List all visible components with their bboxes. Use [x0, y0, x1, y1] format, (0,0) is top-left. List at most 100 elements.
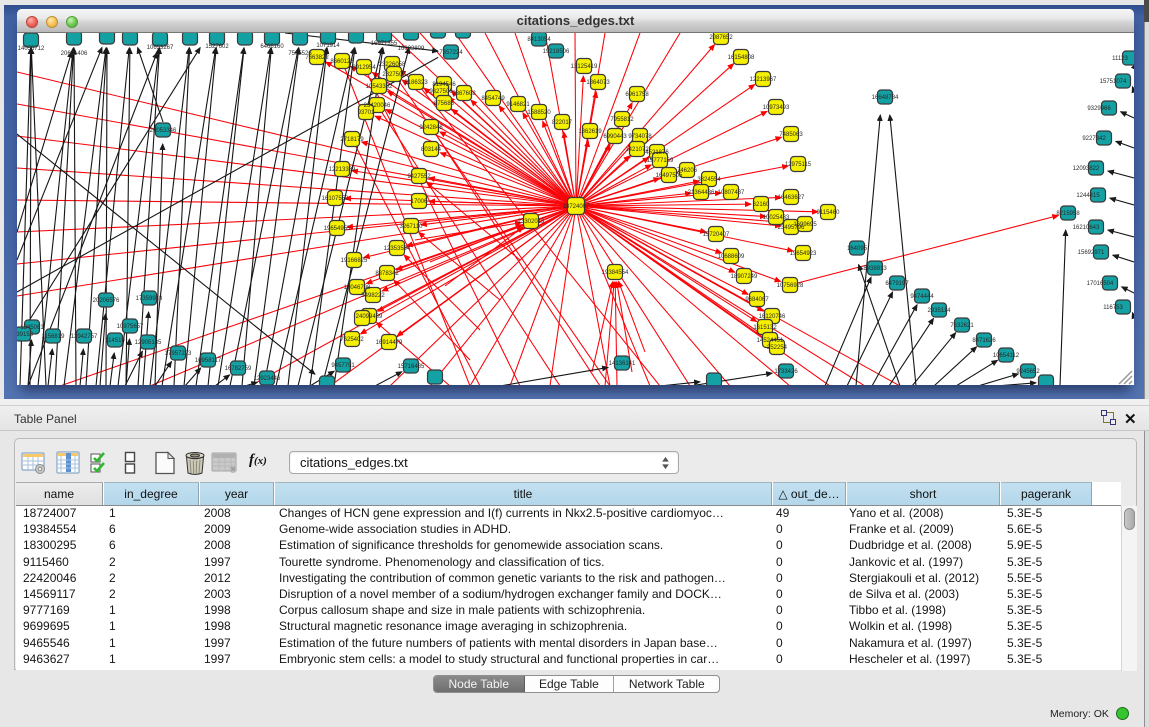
svg-text:9227342: 9227342: [1082, 136, 1106, 142]
svg-text:14055712: 14055712: [18, 46, 45, 52]
svg-text:19384554: 19384554: [602, 270, 629, 276]
svg-text:24099489: 24099489: [356, 314, 383, 320]
svg-text:62160: 62160: [753, 202, 770, 208]
svg-text:8878342: 8878342: [375, 271, 399, 277]
svg-text:12975115: 12975115: [785, 162, 812, 168]
svg-text:10756928: 10756928: [777, 283, 804, 289]
svg-text:15716485: 15716485: [398, 364, 425, 370]
svg-text:1527602: 1527602: [205, 44, 229, 50]
svg-text:12353594: 12353594: [384, 246, 411, 252]
svg-text:18907249: 18907249: [731, 274, 758, 280]
svg-text:15751074: 15751074: [1100, 79, 1127, 85]
svg-text:2367608: 2367608: [452, 91, 476, 97]
svg-text:8660123: 8660123: [330, 59, 354, 65]
svg-text:8471626: 8471626: [972, 338, 996, 344]
svg-text:16154808: 16154808: [728, 55, 755, 61]
svg-text:10025433: 10025433: [763, 215, 790, 221]
svg-text:16671355: 16671355: [371, 41, 398, 47]
svg-text:7625402: 7625402: [340, 337, 364, 343]
svg-text:1864073: 1864073: [586, 80, 610, 86]
svg-text:114519: 114519: [105, 338, 125, 344]
svg-text:7515526: 7515526: [288, 51, 312, 57]
svg-text:7632621: 7632621: [950, 323, 974, 329]
svg-text:10046798: 10046798: [344, 285, 371, 291]
svg-text:10958117: 10958117: [195, 358, 222, 364]
svg-text:2718179: 2718179: [340, 137, 364, 143]
svg-text:16497505: 16497505: [656, 173, 683, 179]
svg-text:2827507: 2827507: [382, 72, 406, 78]
svg-text:6479197: 6479197: [885, 281, 909, 287]
svg-text:11123: 11123: [1112, 56, 1128, 62]
svg-text:17359918: 17359918: [136, 296, 163, 302]
svg-text:4521876: 4521876: [645, 150, 669, 156]
svg-text:16120746: 16120746: [759, 314, 786, 320]
svg-text:19166825: 19166825: [341, 258, 368, 264]
svg-text:17016504: 17016504: [1087, 281, 1114, 287]
svg-text:20206576: 20206576: [93, 298, 120, 304]
svg-text:23226058: 23226058: [379, 62, 406, 68]
svg-text:1588520: 1588520: [527, 110, 551, 116]
svg-text:19654923: 19654923: [790, 251, 817, 257]
svg-text:14136141: 14136141: [609, 361, 636, 367]
svg-text:10654112: 10654112: [993, 353, 1020, 359]
svg-text:19218506: 19218506: [543, 49, 570, 55]
svg-text:10807487: 10807487: [718, 190, 745, 196]
svg-text:9427552: 9427552: [407, 174, 431, 180]
svg-text:9457791: 9457791: [331, 363, 355, 369]
svg-text:8938913: 8938913: [863, 266, 887, 272]
svg-text:803144: 803144: [421, 147, 442, 153]
svg-text:439153: 439153: [17, 332, 34, 338]
svg-text:12093822: 12093822: [1073, 166, 1100, 172]
svg-text:20691406: 20691406: [61, 51, 88, 57]
svg-text:9734078: 9734078: [628, 134, 652, 140]
svg-text:875685: 875685: [434, 101, 455, 107]
svg-text:20053346: 20053346: [150, 128, 177, 134]
svg-text:9242848: 9242848: [419, 125, 443, 131]
svg-text:2935114: 2935114: [928, 308, 952, 314]
svg-text:3267110: 3267110: [400, 224, 424, 230]
svg-text:8912954: 8912954: [352, 65, 376, 71]
svg-text:6961758: 6961758: [625, 92, 649, 98]
svg-text:10973493: 10973493: [763, 105, 790, 111]
svg-text:822017: 822017: [552, 120, 573, 126]
svg-text:2087652: 2087652: [709, 35, 733, 41]
svg-text:10975657: 10975657: [117, 324, 144, 330]
svg-text:16033809: 16033809: [398, 46, 425, 52]
svg-text:252254: 252254: [767, 345, 788, 351]
svg-text:16782759: 16782759: [225, 366, 252, 372]
svg-text:9245652: 9245652: [1016, 369, 1040, 375]
svg-text:17957223: 17957223: [165, 351, 192, 357]
svg-text:1733426: 1733426: [774, 369, 798, 375]
svg-text:9327506: 9327506: [429, 89, 453, 95]
svg-text:19654955: 19654955: [324, 226, 351, 232]
svg-text:1244415: 1244415: [1076, 193, 1100, 199]
svg-text:1615132: 1615132: [753, 325, 777, 331]
svg-text:13125419: 13125419: [571, 64, 598, 70]
svg-text:16914479: 16914479: [376, 340, 403, 346]
svg-text:164095: 164095: [847, 246, 868, 252]
svg-text:9474444: 9474444: [910, 294, 934, 300]
svg-text:7955812: 7955812: [610, 117, 634, 123]
svg-text:8186323: 8186323: [404, 80, 428, 86]
svg-text:10688609: 10688609: [718, 254, 745, 260]
svg-text:14524451: 14524451: [757, 338, 784, 344]
svg-text:8454749: 8454749: [481, 96, 505, 102]
svg-text:16463627: 16463627: [778, 195, 805, 201]
svg-text:21364436: 21364436: [688, 190, 715, 196]
svg-text:6990443: 6990443: [603, 134, 627, 140]
svg-text:19777169: 19777169: [647, 158, 674, 164]
svg-text:12213389: 12213389: [329, 167, 356, 173]
svg-text:1156819: 1156819: [42, 334, 66, 340]
svg-text:18724007: 18724007: [563, 204, 590, 210]
svg-text:10653267: 10653267: [147, 45, 174, 51]
svg-text:5498222: 5498222: [361, 293, 385, 299]
svg-text:15720407: 15720407: [703, 232, 730, 238]
svg-text:1071914: 1071914: [316, 43, 340, 49]
svg-text:12213967: 12213967: [750, 77, 777, 83]
svg-text:9115460: 9115460: [817, 210, 841, 216]
svg-text:7357224: 7357224: [439, 50, 463, 56]
svg-text:12905135: 12905135: [135, 340, 162, 346]
svg-text:23302013: 23302013: [518, 219, 545, 225]
svg-text:93701: 93701: [358, 110, 375, 116]
svg-text:23420046: 23420046: [364, 103, 391, 109]
